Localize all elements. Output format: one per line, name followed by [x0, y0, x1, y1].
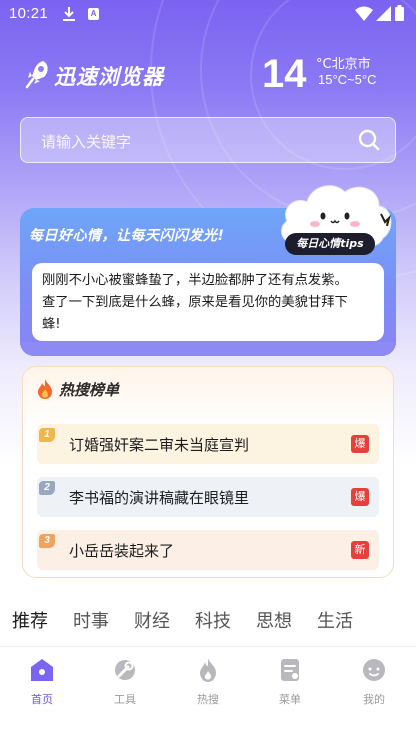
search-placeholder[interactable]: 请输入关键字: [41, 131, 131, 152]
wifi-icon: [355, 6, 373, 21]
nav-menu[interactable]: 菜单: [260, 657, 320, 707]
mood-card-footer: [20, 342, 396, 356]
tab-current-affairs[interactable]: 时事: [73, 607, 109, 633]
flame-icon: [200, 658, 216, 682]
hot-badge: 爆: [351, 488, 369, 506]
app-name: 迅速浏览器: [54, 65, 164, 89]
bottom-navigation: 首页 工具 热搜 菜单 我的: [0, 646, 416, 741]
rocket-logo-icon: [25, 61, 48, 89]
download-icon: [63, 7, 75, 21]
rank-badge: 1: [39, 428, 55, 442]
mood-tips-tag: 每日心情tips: [285, 233, 375, 255]
tab-finance[interactable]: 财经: [134, 607, 170, 633]
rank-badge: 3: [39, 534, 55, 548]
flame-icon: [38, 379, 52, 399]
mood-text-line: 查了一下到底是什么蜂，原来是看见你的美貌甘拜下: [42, 295, 348, 310]
nav-home[interactable]: 首页: [12, 657, 72, 707]
tab-recommend[interactable]: 推荐: [12, 607, 48, 633]
hot-item-title[interactable]: 李书福的演讲稿藏在眼镜里: [69, 487, 249, 508]
nav-label: 工具: [114, 693, 136, 706]
new-badge: 新: [351, 541, 369, 559]
notification-a-icon: A: [88, 8, 99, 20]
search-icon[interactable]: [357, 128, 381, 152]
nav-label: 首页: [31, 693, 53, 706]
mood-card-text: 刚刚不小心被蜜蜂蛰了，半边脸都肿了还有点发紫。 查了一下到底是什么蜂，原来是看见…: [32, 263, 384, 341]
nav-profile[interactable]: 我的: [344, 657, 404, 707]
temperature-range: 15°C~5°C: [318, 72, 377, 87]
hot-search-list: 热搜榜单 1 订婚强奸案二审未当庭宣判 爆 2 李书福的演讲稿藏在眼镜里 爆 3…: [22, 366, 394, 578]
weather-widget[interactable]: 14 °C北京市 15°C~5°C: [256, 52, 396, 98]
nav-tools[interactable]: 工具: [95, 657, 155, 707]
hot-item-3[interactable]: 3 小岳岳装起来了 新: [37, 530, 379, 570]
profile-icon: [363, 659, 385, 681]
hot-item-2[interactable]: 2 李书福的演讲稿藏在眼镜里 爆: [37, 477, 379, 517]
nav-label: 菜单: [279, 693, 301, 706]
nav-label: 热搜: [197, 693, 219, 706]
hot-item-title[interactable]: 小岳岳装起来了: [69, 540, 174, 561]
tab-thought[interactable]: 思想: [256, 607, 292, 633]
status-time: 10:21: [9, 5, 49, 22]
nav-hot-search[interactable]: 热搜: [178, 657, 238, 707]
tab-life[interactable]: 生活: [317, 607, 353, 633]
current-temperature: 14: [262, 52, 307, 96]
tab-technology[interactable]: 科技: [195, 607, 231, 633]
mood-card-title: 每日好心情，让每天闪闪发光!: [29, 228, 225, 244]
nav-label: 我的: [363, 693, 385, 706]
rank-badge: 2: [39, 481, 55, 495]
status-bar: 10:21 A: [0, 0, 416, 30]
mood-text-line: 刚刚不小心被蜜蜂蛰了，半边脸都肿了还有点发紫。: [42, 273, 348, 288]
hot-badge: 爆: [351, 435, 369, 453]
search-bar[interactable]: 请输入关键字: [20, 117, 396, 163]
weather-unit-city: °C北京市: [316, 57, 371, 72]
home-icon: [31, 659, 53, 681]
hot-item-title[interactable]: 订婚强奸案二审未当庭宣判: [69, 434, 249, 455]
mood-text-line: 蜂!: [42, 317, 61, 332]
hot-item-1[interactable]: 1 订婚强奸案二审未当庭宣判 爆: [37, 424, 379, 464]
tools-icon: [115, 660, 135, 680]
battery-icon: [395, 5, 404, 21]
signal-icon: [376, 6, 391, 21]
menu-icon: [281, 659, 299, 681]
hot-list-title: 热搜榜单: [59, 381, 120, 399]
category-tabs: 推荐 时事 财经 科技 思想 生活: [0, 600, 416, 644]
